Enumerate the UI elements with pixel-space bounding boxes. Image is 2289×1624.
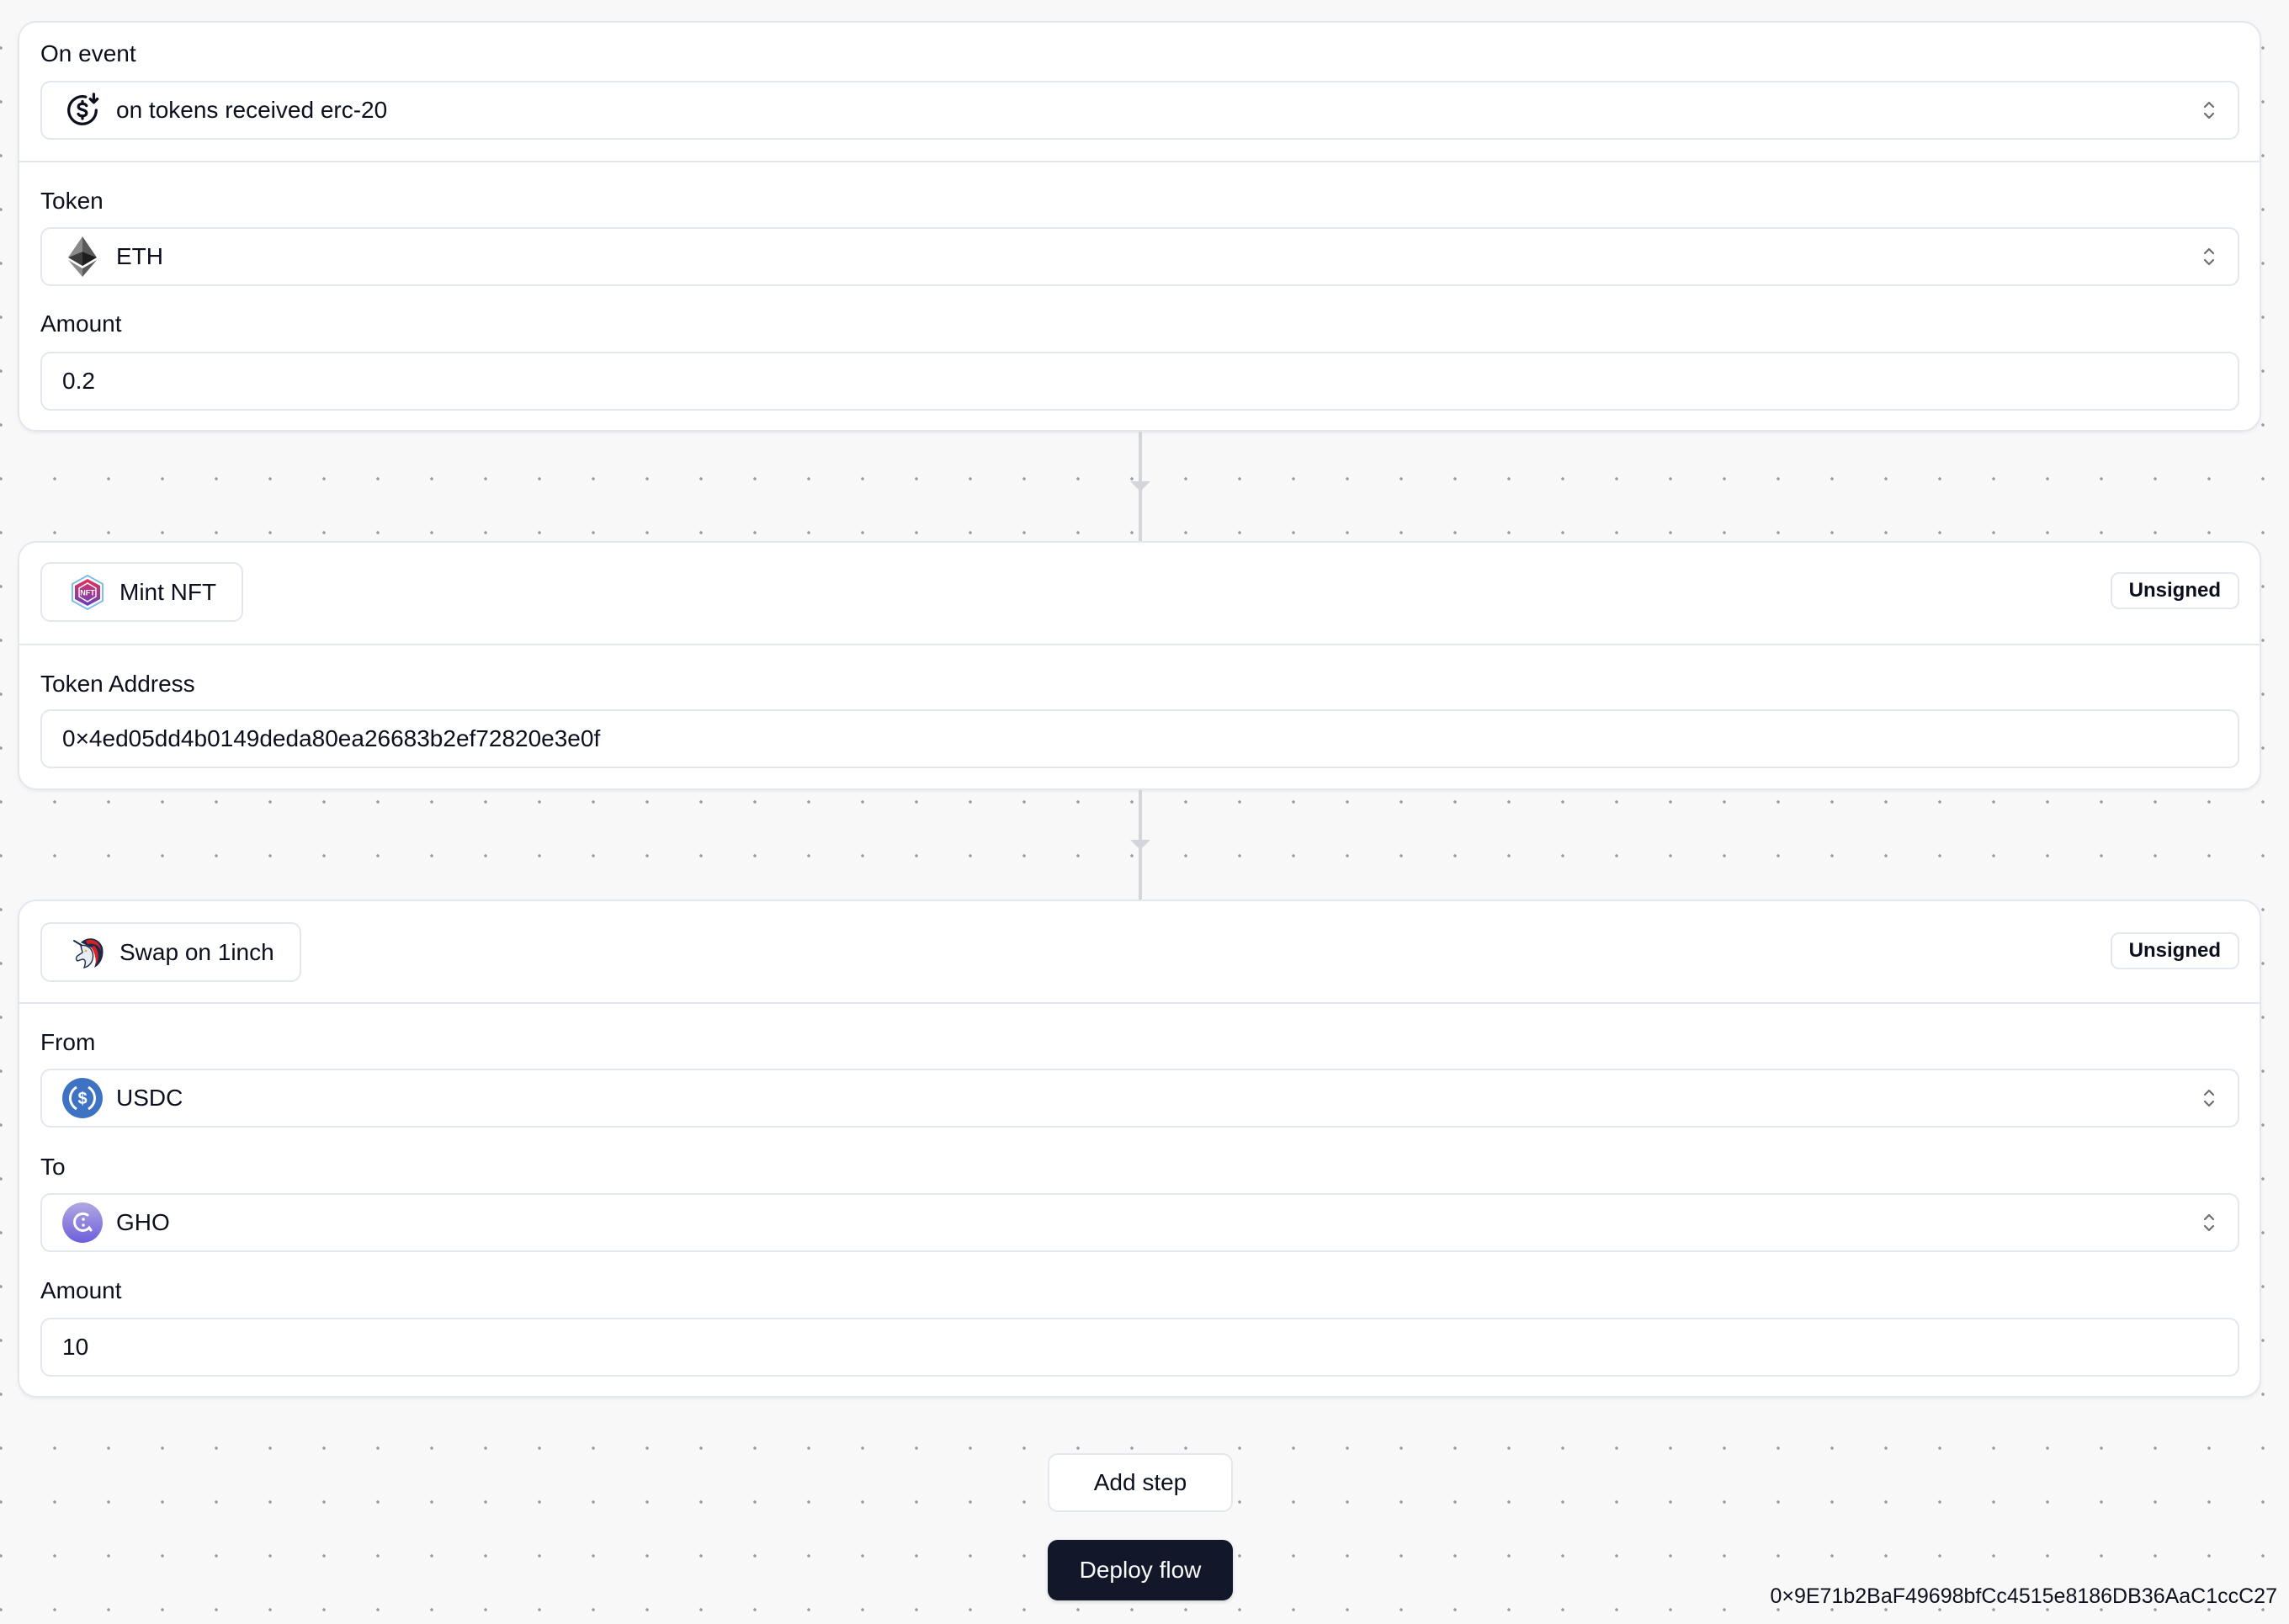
card-divider xyxy=(19,161,2260,162)
step-title: Mint NFT xyxy=(119,578,217,605)
step-title: Swap on 1inch xyxy=(119,938,274,965)
step-card-mint-nft: NFT Mint NFT Unsigned Token Address 0×4e… xyxy=(18,541,2261,790)
flow-arrow-icon xyxy=(1130,481,1150,491)
card-divider xyxy=(19,1002,2260,1004)
to-token-value: GHO xyxy=(116,1209,170,1235)
chevron-up-down-icon xyxy=(2203,1213,2215,1232)
card-divider xyxy=(19,644,2260,645)
swap-amount-value: 10 xyxy=(62,1334,89,1360)
ethereum-icon xyxy=(62,236,103,277)
to-token-select[interactable]: GHO xyxy=(40,1193,2239,1252)
event-select-value: on tokens received erc-20 xyxy=(116,97,388,123)
swap-amount-input[interactable]: 10 xyxy=(40,1318,2239,1377)
step-title-chip[interactable]: NFT Mint NFT xyxy=(40,562,244,622)
add-step-button[interactable]: Add step xyxy=(1048,1453,1233,1512)
token-address-input[interactable]: 0×4ed05dd4b0149deda80ea26683b2ef72820e3e… xyxy=(40,709,2239,768)
from-token-select[interactable]: $ USDC xyxy=(40,1069,2239,1128)
amount-input-value: 0.2 xyxy=(62,368,95,394)
status-badge: Unsigned xyxy=(2110,572,2239,609)
swap-amount-label: Amount xyxy=(40,1277,122,1303)
amount-label: Amount xyxy=(40,310,122,337)
chevron-up-down-icon xyxy=(2203,1089,2215,1107)
step-card-swap-1inch: Swap on 1inch Unsigned From $ USDC To GH… xyxy=(18,900,2261,1398)
svg-text:$: $ xyxy=(77,1090,87,1108)
to-label: To xyxy=(40,1154,66,1180)
chevron-up-down-icon xyxy=(2203,101,2215,119)
flow-arrow-icon xyxy=(1130,840,1150,850)
gho-icon xyxy=(62,1202,103,1243)
token-address-label: Token Address xyxy=(40,671,195,697)
deploy-flow-button[interactable]: Deploy flow xyxy=(1048,1540,1233,1600)
token-select-value: ETH xyxy=(116,243,163,269)
token-select[interactable]: ETH xyxy=(40,227,2239,286)
amount-input[interactable]: 0.2 xyxy=(40,352,2239,411)
status-badge: Unsigned xyxy=(2110,932,2239,969)
on-event-label: On event xyxy=(40,40,136,66)
usdc-icon: $ xyxy=(62,1078,103,1118)
step-title-chip[interactable]: Swap on 1inch xyxy=(40,922,301,982)
event-select[interactable]: on tokens received erc-20 xyxy=(40,81,2239,140)
from-token-value: USDC xyxy=(116,1085,183,1111)
trigger-card: On event on tokens received erc-20 Token xyxy=(18,21,2261,432)
chevron-up-down-icon xyxy=(2203,247,2215,266)
token-address-value: 0×4ed05dd4b0149deda80ea26683b2ef72820e3e… xyxy=(62,725,601,751)
nft-icon: NFT xyxy=(69,574,106,611)
1inch-unicorn-icon xyxy=(69,934,106,971)
from-label: From xyxy=(40,1029,96,1055)
token-label: Token xyxy=(40,188,104,214)
svg-text:NFT: NFT xyxy=(80,588,95,597)
dollar-receive-icon xyxy=(62,90,103,130)
wallet-address: 0×9E71b2BaF49698bfCc4515e8186DB36AaC1ccC… xyxy=(1770,1584,2277,1608)
